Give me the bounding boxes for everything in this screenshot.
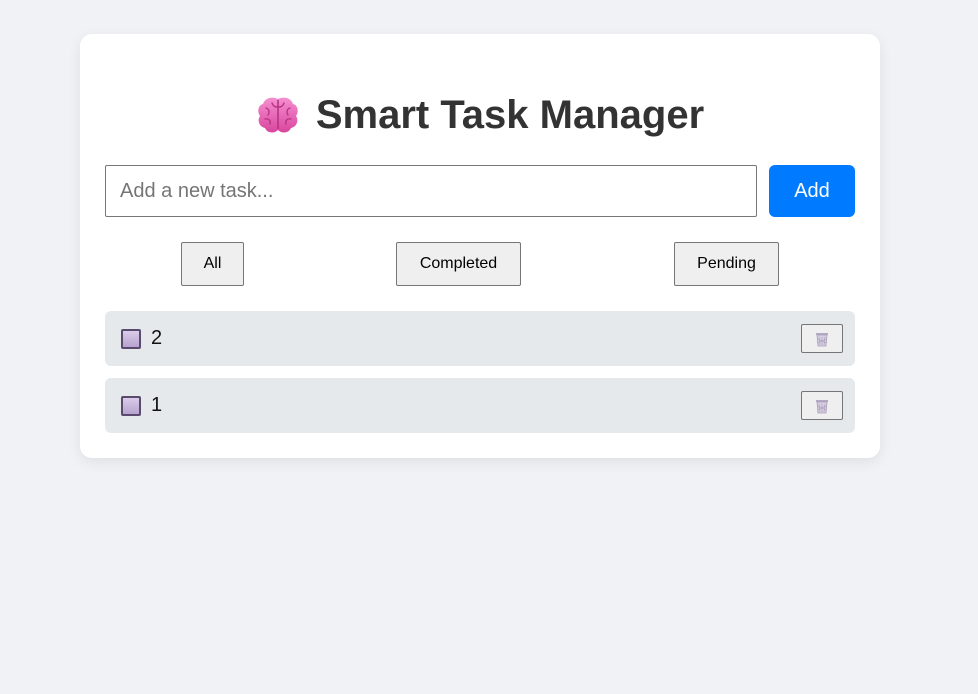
task-text: 1 [151, 394, 163, 416]
trash-icon [816, 399, 828, 413]
brain-icon [258, 97, 298, 133]
task-item: 2 [105, 311, 855, 366]
task-checkbox[interactable] [121, 328, 141, 349]
new-task-input[interactable] [105, 165, 757, 217]
delete-task-button[interactable] [801, 324, 843, 353]
filter-pending-button[interactable]: Pending [674, 242, 779, 286]
task-item: 1 [105, 378, 855, 433]
filter-all-button[interactable]: All [181, 242, 244, 286]
filter-completed-button[interactable]: Completed [396, 242, 521, 286]
trash-icon [816, 332, 828, 346]
task-manager-card: Smart Task Manager Add All Completed Pen… [80, 34, 880, 458]
task-text: 2 [151, 327, 163, 349]
new-task-row: Add [105, 165, 855, 217]
delete-task-button[interactable] [801, 391, 843, 420]
task-checkbox[interactable] [121, 395, 141, 416]
task-list: 2 1 [105, 311, 855, 433]
add-task-button[interactable]: Add [769, 165, 855, 217]
page-title-text: Smart Task Manager [315, 93, 705, 137]
page-title: Smart Task Manager [105, 34, 855, 138]
filter-bar: All Completed Pending [105, 242, 855, 286]
